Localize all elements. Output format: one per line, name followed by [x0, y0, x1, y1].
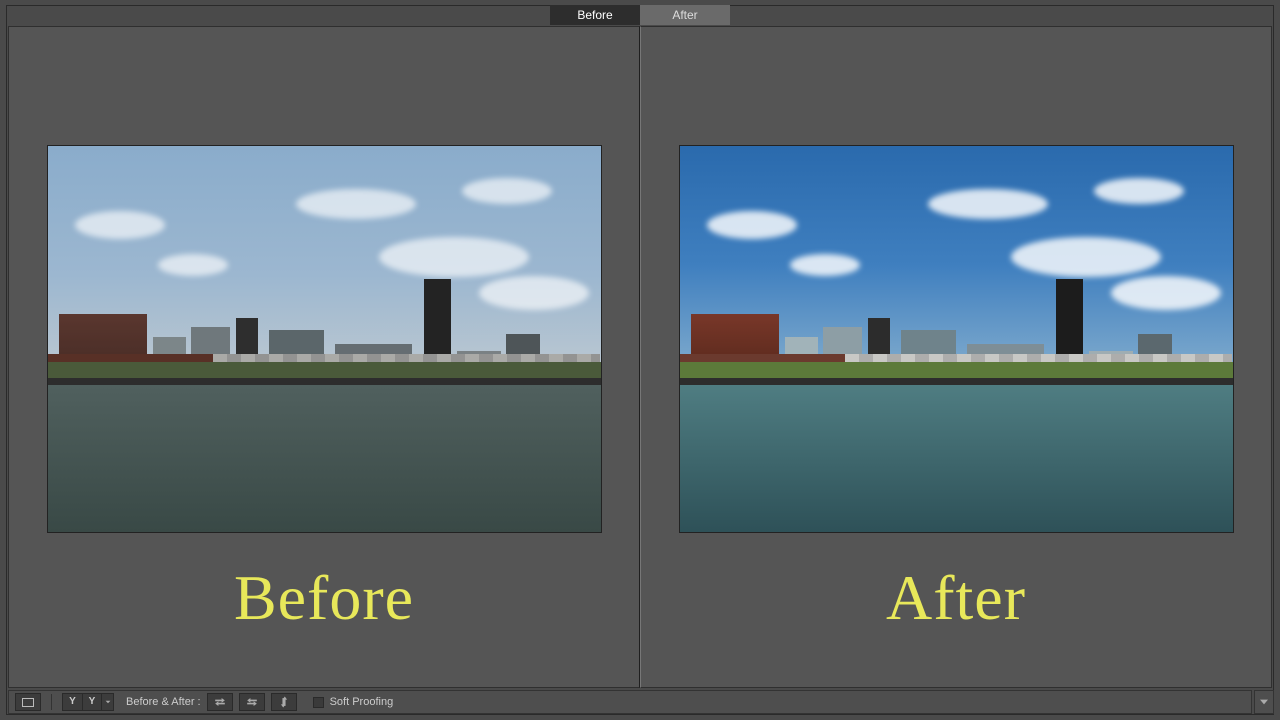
compare-mode-group: Y Y: [62, 693, 114, 711]
soft-proofing-checkbox[interactable]: [313, 697, 324, 708]
soft-proofing-label: Soft Proofing: [330, 696, 394, 708]
after-caption: After: [886, 561, 1026, 635]
swap-right-button[interactable]: [207, 693, 233, 711]
rectangle-icon: [22, 698, 34, 707]
compare-tabs: Before After: [550, 5, 730, 25]
swap-right-icon: [212, 697, 228, 707]
swap-left-icon: [244, 697, 260, 707]
separator: [51, 694, 52, 710]
compare-container: Before: [8, 26, 1272, 688]
compare-mode-dropdown[interactable]: [102, 693, 114, 711]
compare-before-y-button[interactable]: Y: [62, 693, 82, 711]
tab-before[interactable]: Before: [550, 5, 640, 25]
panel-collapse-button[interactable]: [1254, 690, 1274, 714]
before-image[interactable]: [47, 145, 602, 533]
compare-after-y-button[interactable]: Y: [82, 693, 102, 711]
chevron-down-icon: [1259, 698, 1269, 706]
before-after-label: Before & After :: [126, 696, 201, 708]
loupe-view-button[interactable]: [15, 693, 41, 711]
swap-left-button[interactable]: [239, 693, 265, 711]
chevron-down-icon: [105, 699, 111, 705]
swap-vertical-icon: [279, 695, 289, 709]
after-pane: After: [640, 26, 1272, 688]
before-caption: Before: [234, 561, 414, 635]
tab-after[interactable]: After: [640, 5, 730, 25]
develop-toolbar: Y Y Before & After : Soft Proofing: [8, 690, 1252, 714]
swap-vertical-button[interactable]: [271, 693, 297, 711]
before-pane: Before: [8, 26, 640, 688]
after-image[interactable]: [679, 145, 1234, 533]
